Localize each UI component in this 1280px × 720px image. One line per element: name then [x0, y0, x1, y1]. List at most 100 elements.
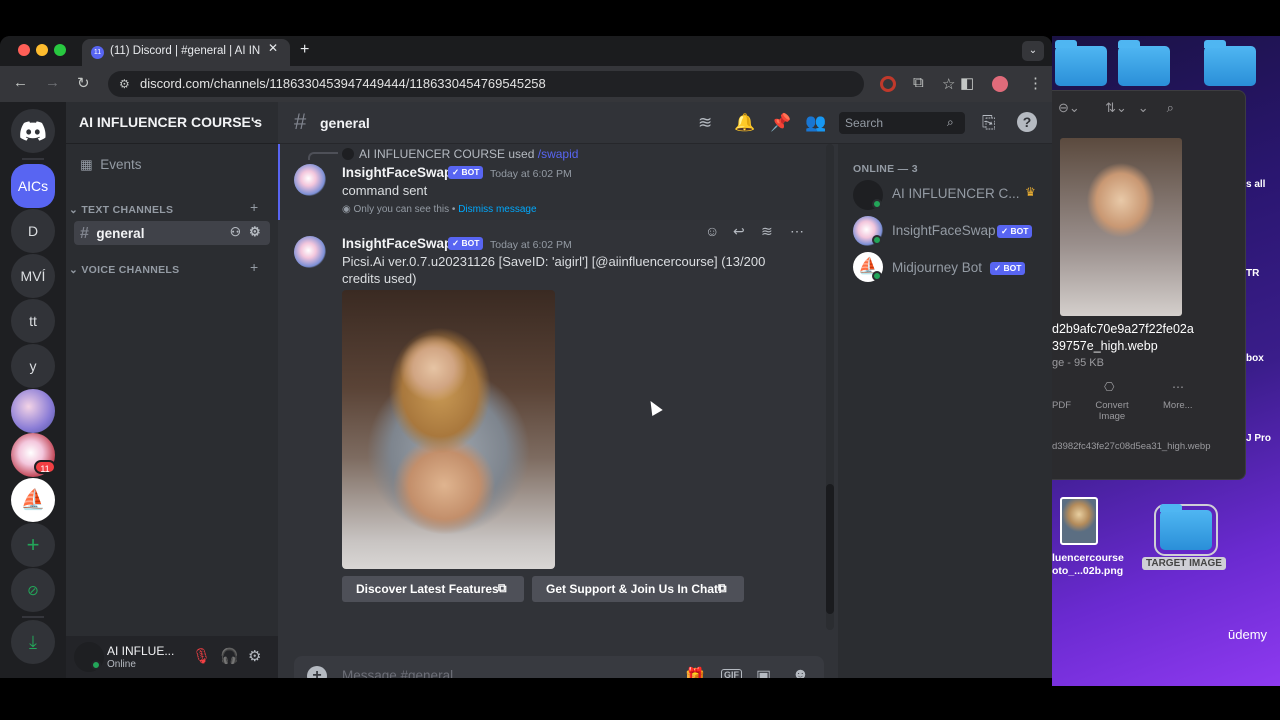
side-label: TR — [1246, 268, 1260, 279]
desktop-folder-icon[interactable] — [1055, 40, 1107, 86]
notification-bell-icon[interactable]: 🔔 — [734, 113, 755, 133]
download-apps-icon[interactable]: ⤓ — [11, 620, 55, 664]
bookmark-star-icon[interactable]: ☆ — [942, 75, 955, 93]
help-icon[interactable]: ? — [1017, 112, 1037, 132]
discord-app: AICs D MVÍ tt y 11 ⛵ + ⊘ ⤓ AI INFLUENCER… — [0, 102, 1052, 678]
bot-badge: ✓ BOT — [997, 225, 1033, 238]
browser-window: 11 (11) Discord | #general | AI IN ✕ + ⌄… — [0, 36, 1052, 678]
server-d[interactable]: D — [11, 209, 55, 253]
server-mvi[interactable]: MVÍ — [11, 254, 55, 298]
message-composer[interactable]: + Message #general 🎁 GIF ▣ ☻ — [294, 656, 824, 678]
search-input[interactable]: Search ⌕ — [839, 112, 965, 134]
target-image-folder-icon[interactable] — [1154, 504, 1218, 556]
back-icon[interactable]: ← — [13, 74, 28, 91]
user-status: Online — [107, 659, 136, 670]
reply-icon[interactable]: ↩ — [733, 223, 745, 240]
support-button[interactable]: Get Support & Join Us In Chat! ⧉ — [532, 576, 744, 602]
extensions-icon[interactable]: ⧉ — [913, 74, 924, 91]
message-author[interactable]: InsightFaceSwap — [342, 165, 452, 180]
avatar[interactable] — [294, 236, 326, 268]
discover-features-button[interactable]: Discover Latest Features ⧉ — [342, 576, 524, 602]
discord-home-icon[interactable] — [11, 109, 55, 153]
ephemeral-label: Only you can see this • — [353, 204, 459, 215]
forward-icon[interactable]: → — [45, 74, 60, 91]
file-meta: ge - 95 KB — [1052, 357, 1104, 369]
message-scrollbar[interactable] — [826, 144, 834, 630]
tab-search-icon[interactable]: ⌄ — [1022, 41, 1044, 61]
headphones-icon[interactable]: 🎧 — [220, 647, 239, 665]
close-tab-icon[interactable]: ✕ — [268, 41, 278, 55]
server-y[interactable]: y — [11, 344, 55, 388]
action-convert-image[interactable]: Convert Image — [1093, 400, 1131, 422]
bot-badge-label: BOT — [461, 238, 480, 248]
reply-command[interactable]: /swapid — [538, 147, 579, 161]
create-channel-icon[interactable]: + — [250, 199, 258, 215]
site-info-icon[interactable]: ⚙ — [119, 77, 130, 91]
ephemeral-note: ◉ Only you can see this • Dismiss messag… — [342, 204, 537, 215]
emoji-icon[interactable]: ☻ — [792, 666, 809, 678]
profile-avatar[interactable] — [992, 76, 1008, 92]
address-bar[interactable]: ⚙ discord.com/channels/11863304539474494… — [108, 71, 955, 97]
dismiss-message-link[interactable]: Dismiss message — [458, 204, 536, 215]
browser-tab[interactable]: 11 (11) Discord | #general | AI IN — [82, 39, 290, 66]
create-thread-icon[interactable]: ≋ — [761, 223, 773, 240]
user-settings-gear-icon[interactable]: ⚙ — [248, 647, 261, 665]
minimize-window-button[interactable] — [36, 44, 48, 56]
channel-general[interactable]: # general ⚇ ⚙ — [74, 221, 270, 245]
explore-servers-icon[interactable]: ⊘ — [11, 568, 55, 612]
member-list-icon[interactable]: 👥 — [805, 113, 826, 133]
message-timestamp: Today at 6:02 PM — [490, 239, 572, 251]
server-tt[interactable]: tt — [11, 299, 55, 343]
desktop-image-file-icon[interactable] — [1060, 497, 1098, 545]
events-item[interactable]: ▦ Events — [74, 153, 270, 177]
create-voice-channel-icon[interactable]: + — [250, 259, 258, 275]
reply-reference[interactable]: AI INFLUENCER COURSE used /swapid — [359, 147, 578, 161]
avatar[interactable] — [294, 164, 326, 196]
finder-toolbar-icons[interactable]: ⊖⌄ ⇅⌄ ⌄ ⌕ — [1058, 100, 1174, 116]
notification-badge: 11 — [34, 460, 56, 474]
chevron-down-icon[interactable]: ⌄ — [250, 112, 260, 126]
discord-favicon-icon: 11 — [91, 46, 104, 59]
threads-icon[interactable]: ≋ — [698, 113, 712, 133]
record-extension-icon[interactable] — [880, 76, 896, 92]
sticker-icon[interactable]: ▣ — [756, 666, 771, 678]
action-more[interactable]: More... — [1163, 400, 1193, 411]
generated-image-attachment[interactable] — [342, 290, 555, 569]
new-tab-icon[interactable]: + — [300, 41, 309, 59]
desktop-folder-icon[interactable] — [1204, 40, 1256, 86]
gear-icon[interactable]: ⚙ — [249, 224, 261, 240]
pinned-messages-icon[interactable]: 📌 — [770, 113, 791, 133]
server-aics[interactable]: AICs — [11, 164, 55, 208]
reload-icon[interactable]: ↻ — [77, 74, 90, 92]
add-server-icon[interactable]: + — [11, 523, 55, 567]
desktop-folder-icon[interactable] — [1118, 40, 1170, 86]
hashtag-icon: # — [294, 109, 307, 134]
more-icon[interactable]: ⋯ — [790, 223, 804, 240]
message-input[interactable]: Message #general — [342, 668, 453, 678]
browser-menu-icon[interactable]: ⋮ — [1028, 74, 1043, 92]
gif-icon[interactable]: GIF — [721, 669, 742, 678]
upload-plus-icon[interactable]: + — [307, 666, 327, 678]
convert-image-icon: ⎔ — [1104, 380, 1115, 394]
bot-badge-label: BOT — [1003, 263, 1022, 273]
server-midjourney-icon[interactable]: ⛵ — [11, 478, 55, 522]
message-author[interactable]: InsightFaceSwap — [342, 236, 452, 251]
gift-icon[interactable]: 🎁 — [685, 666, 705, 678]
invite-icon[interactable]: ⚇ — [230, 225, 241, 239]
text-channels-category[interactable]: ⌄ TEXT CHANNELS — [69, 204, 173, 216]
scroll-thumb[interactable] — [826, 484, 834, 614]
side-panel-icon[interactable]: ◧ — [960, 74, 974, 92]
voice-channels-category[interactable]: ⌄ VOICE CHANNELS — [69, 264, 179, 276]
mute-microphone-icon[interactable]: 🎙 — [192, 647, 211, 665]
maximize-window-button[interactable] — [54, 44, 66, 56]
member-name[interactable]: Midjourney Bot — [892, 260, 982, 275]
member-name[interactable]: InsightFaceSwap — [892, 223, 996, 238]
action-pdf[interactable]: PDF — [1052, 400, 1071, 411]
server-insightface-icon[interactable] — [11, 389, 55, 433]
inbox-icon[interactable]: ⎘ — [982, 113, 996, 133]
member-name[interactable]: AI INFLUENCER C... — [892, 186, 1020, 201]
server-header[interactable]: AI INFLUENCER COURSE's — [66, 102, 278, 144]
close-window-button[interactable] — [18, 44, 30, 56]
online-header: ONLINE — 3 — [853, 163, 918, 175]
add-reaction-icon[interactable]: ☺ — [705, 223, 719, 239]
